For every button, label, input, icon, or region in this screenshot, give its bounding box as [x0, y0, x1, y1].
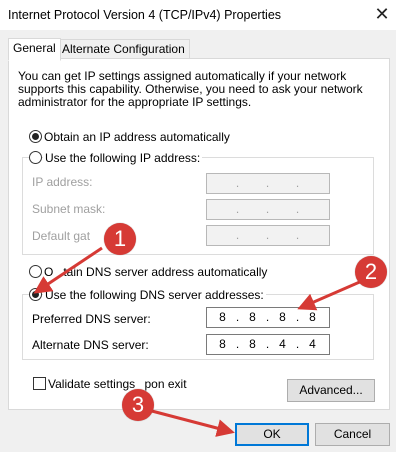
arrow-2	[297, 279, 363, 311]
annotation-badge-3: 3	[122, 389, 154, 421]
annotation-badge-2: 2	[355, 256, 387, 288]
annotation-badge-1: 1	[104, 223, 136, 255]
arrow-1	[33, 246, 103, 294]
annotation-arrows	[33, 246, 363, 437]
arrow-3	[147, 408, 235, 437]
tab-general[interactable]: General	[8, 38, 61, 61]
